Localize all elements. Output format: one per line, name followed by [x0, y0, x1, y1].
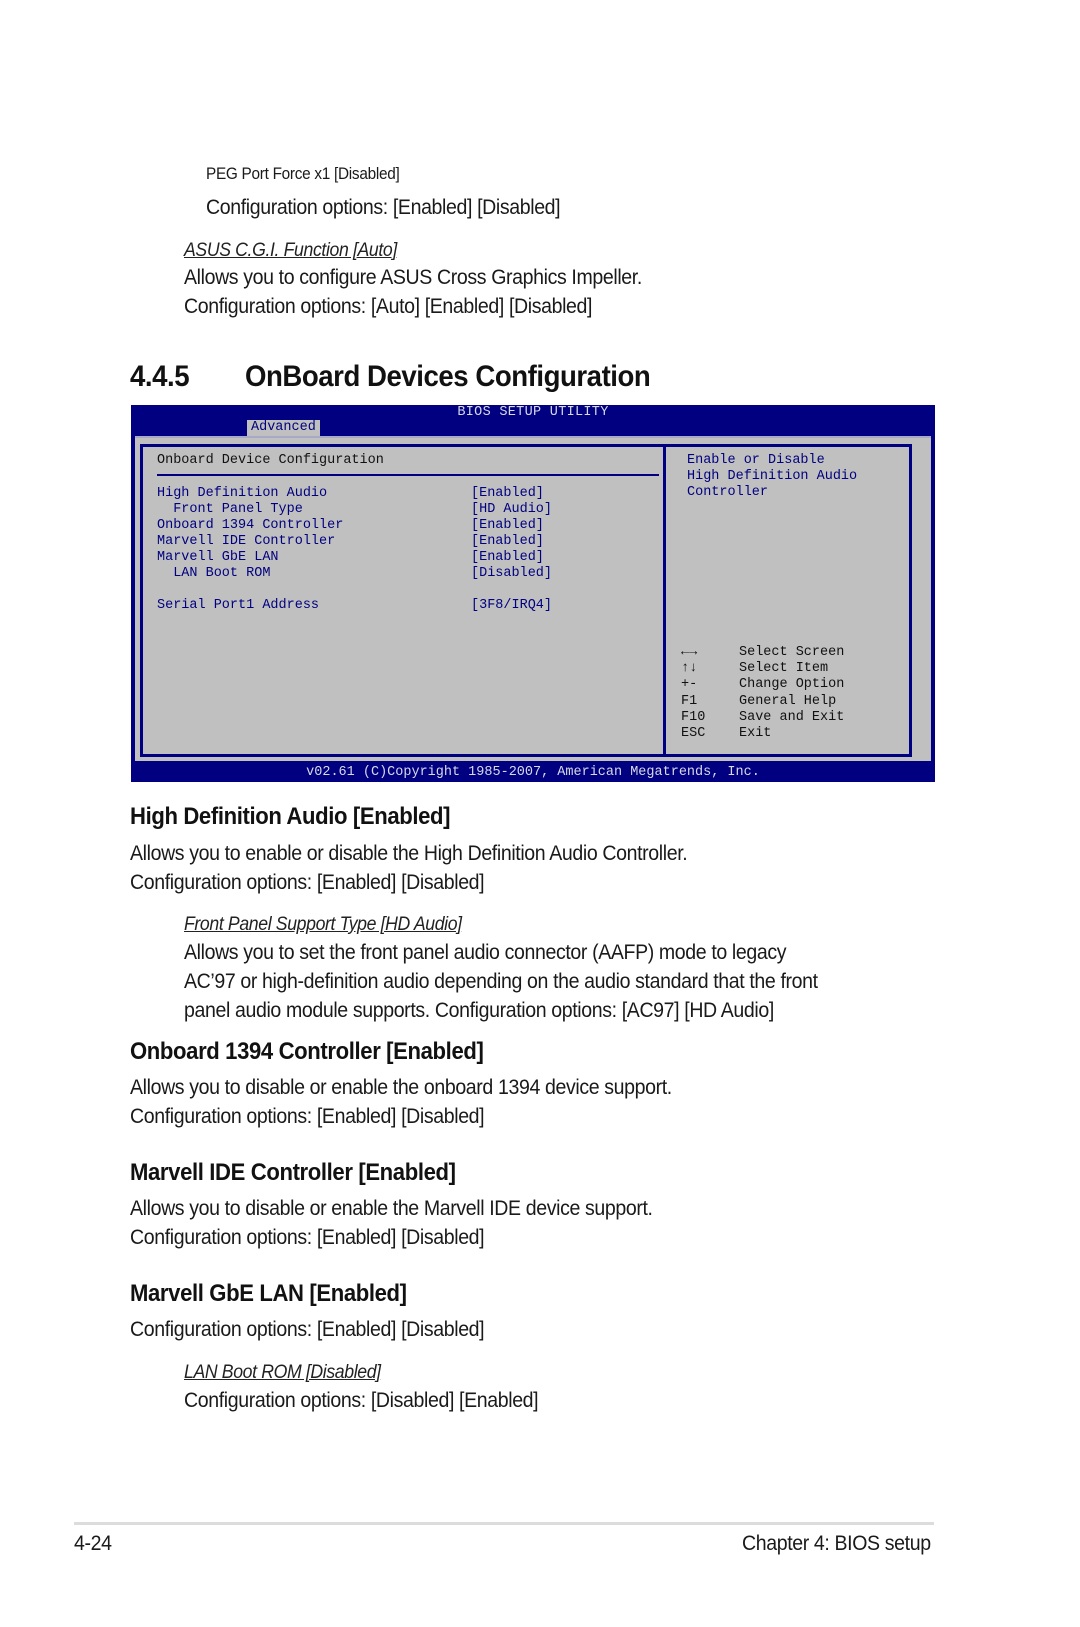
key-action: General Help	[739, 693, 837, 709]
bios-title: BIOS SETUP UTILITY	[457, 405, 609, 420]
hda-heading: High Definition Audio [Enabled]	[130, 803, 451, 830]
bios-item-label[interactable]: Onboard 1394 Controller	[157, 518, 343, 534]
ide-options: Configuration options: [Enabled] [Disabl…	[130, 1226, 485, 1249]
bios-item-label[interactable]: Serial Port1 Address	[157, 598, 319, 614]
cgi-options: Configuration options: [Auto] [Enabled] …	[184, 295, 593, 318]
footer-divider	[74, 1522, 934, 1525]
gbe-heading: Marvell GbE LAN [Enabled]	[130, 1280, 407, 1307]
key-action: Save and Exit	[739, 709, 845, 725]
tab-advanced[interactable]: Advanced	[247, 420, 320, 436]
key-row: F10 Save and Exit	[681, 710, 844, 726]
key-action: Select Screen	[739, 645, 845, 660]
help-line: High Definition Audio	[687, 469, 858, 484]
front-panel-desc-line: Allows you to set the front panel audio …	[184, 941, 787, 964]
c1394-heading: Onboard 1394 Controller [Enabled]	[130, 1038, 484, 1065]
front-panel-desc-line: AC’97 or high-definition audio depending…	[184, 970, 818, 993]
bios-item-value[interactable]: [Enabled]	[471, 486, 544, 502]
bios-item-label[interactable]: Front Panel Type	[157, 502, 303, 518]
bios-item-label[interactable]: High Definition Audio	[157, 486, 327, 502]
key-name: F10	[681, 709, 706, 725]
cgi-title: ASUS C.G.I. Function [Auto]	[184, 240, 397, 261]
c1394-options: Configuration options: [Enabled] [Disabl…	[130, 1105, 485, 1128]
key-legend: ←→ Select Screen ↑↓ Select Item +- Chang…	[681, 645, 844, 742]
key-action: Select Item	[739, 661, 829, 677]
front-panel-desc-line: panel audio module supports. Configurati…	[184, 999, 774, 1022]
bios-copyright: v02.61 (C)Copyright 1985-2007, American …	[306, 765, 760, 780]
bios-item-label[interactable]: LAN Boot ROM	[157, 566, 270, 582]
bios-item-value[interactable]: [Enabled]	[471, 550, 544, 566]
key-name: F1	[681, 693, 698, 709]
section-title: OnBoard Devices Configuration	[245, 360, 651, 393]
chapter-label: Chapter 4: BIOS setup	[742, 1532, 931, 1555]
key-name: ESC	[681, 725, 706, 741]
bios-frame: Onboard Device Configuration High Defini…	[135, 436, 931, 761]
bios-item-value[interactable]: [Enabled]	[471, 518, 544, 534]
lan-boot-rom-title: LAN Boot ROM [Disabled]	[184, 1362, 381, 1383]
panel-heading: Onboard Device Configuration	[157, 453, 384, 468]
bios-settings-panel: Onboard Device Configuration High Defini…	[140, 444, 666, 757]
hda-options: Configuration options: [Enabled] [Disabl…	[130, 871, 485, 894]
front-panel-title: Front Panel Support Type [HD Audio]	[184, 914, 462, 935]
bios-item-label[interactable]: Marvell IDE Controller	[157, 534, 335, 550]
key-row: ↑↓ Select Item	[681, 661, 844, 677]
key-row: ←→ Select Screen	[681, 645, 844, 661]
cgi-description: Allows you to configure ASUS Cross Graph…	[184, 266, 642, 289]
key-name: +-	[681, 677, 698, 693]
key-row: F1 General Help	[681, 694, 844, 710]
key-row: ESC Exit	[681, 726, 844, 742]
ide-heading: Marvell IDE Controller [Enabled]	[130, 1159, 456, 1186]
peg-options: Configuration options: [Enabled] [Disabl…	[206, 196, 561, 219]
key-action: Exit	[739, 725, 772, 741]
help-line: Controller	[687, 485, 769, 500]
lan-boot-rom-options: Configuration options: [Disabled] [Enabl…	[184, 1389, 539, 1412]
up-down-arrows-icon: ↑↓	[681, 661, 698, 677]
section-number: 4.4.5	[130, 360, 190, 393]
c1394-description: Allows you to disable or enable the onbo…	[130, 1076, 672, 1099]
heading-divider	[157, 474, 659, 476]
bios-item-value[interactable]: [3F8/IRQ4]	[471, 598, 552, 614]
bios-help-panel: Enable or Disable High Definition Audio …	[663, 444, 912, 757]
page-number: 4-24	[74, 1532, 112, 1555]
bios-item-value[interactable]: [Disabled]	[471, 566, 552, 582]
gbe-options: Configuration options: [Enabled] [Disabl…	[130, 1318, 485, 1341]
key-row: +- Change Option	[681, 677, 844, 693]
left-right-arrows-icon: ←→	[681, 645, 698, 660]
key-action: Change Option	[739, 677, 845, 693]
bios-item-label[interactable]: Marvell GbE LAN	[157, 550, 279, 566]
help-line: Enable or Disable	[687, 453, 825, 468]
bios-item-value[interactable]: [Enabled]	[471, 534, 544, 550]
peg-item-title: PEG Port Force x1 [Disabled]	[206, 165, 400, 183]
bios-screen: BIOS SETUP UTILITY Advanced Onboard Devi…	[131, 405, 935, 782]
ide-description: Allows you to disable or enable the Marv…	[130, 1197, 653, 1220]
hda-description: Allows you to enable or disable the High…	[130, 842, 688, 865]
bios-item-value[interactable]: [HD Audio]	[471, 502, 552, 518]
